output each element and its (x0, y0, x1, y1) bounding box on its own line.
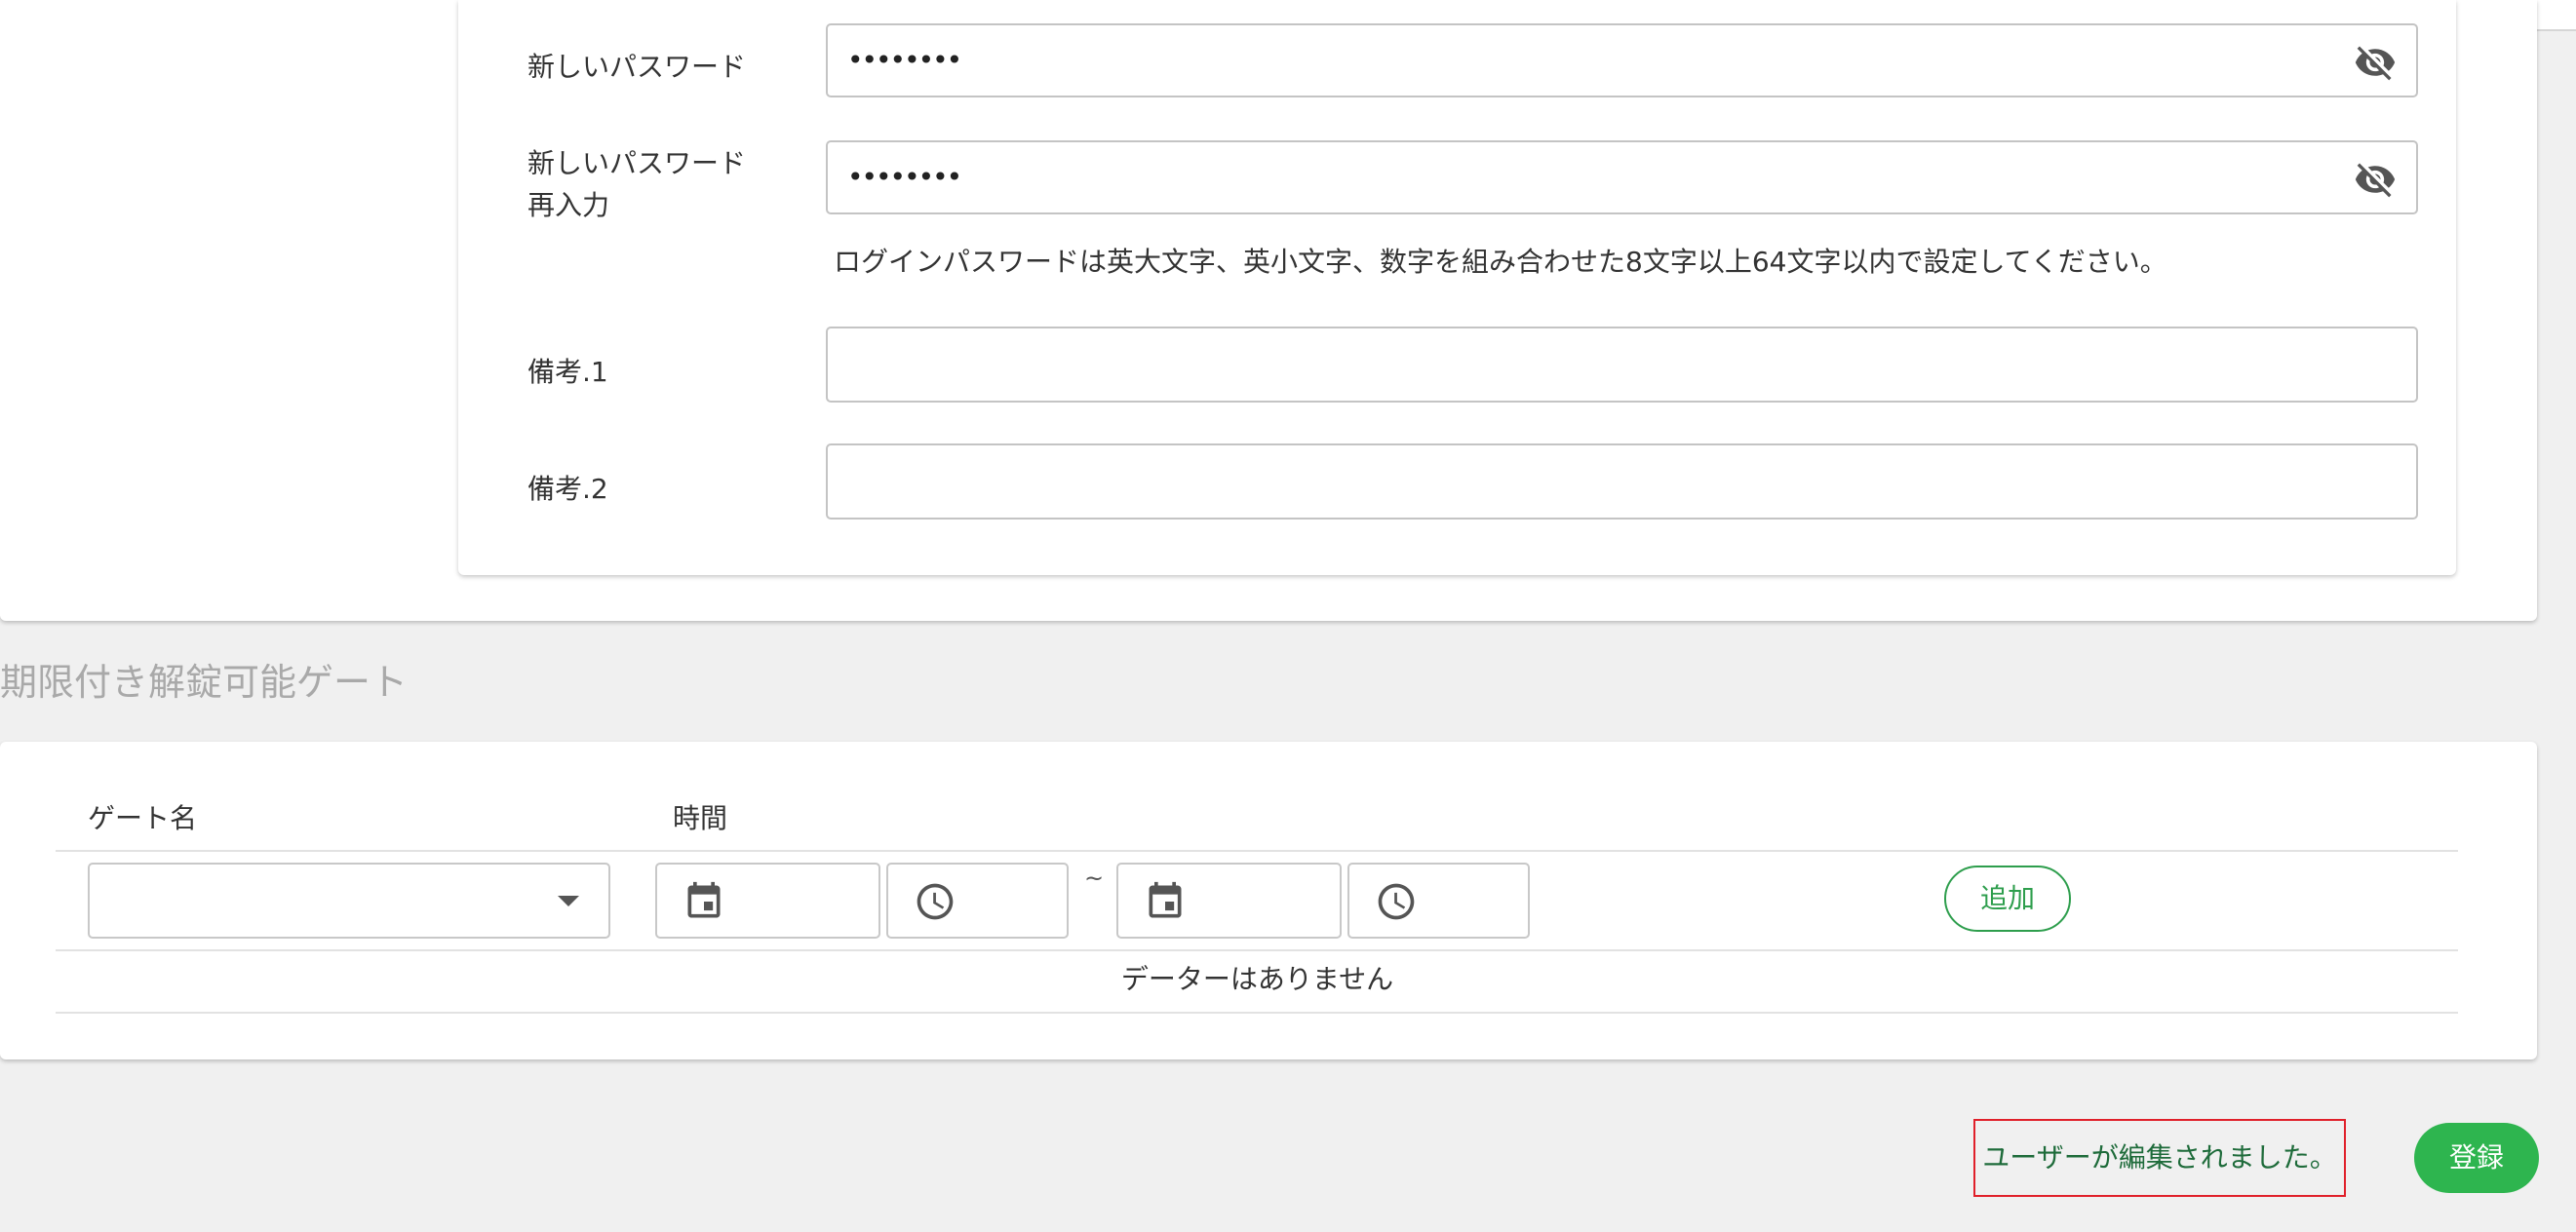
table-row-divider (56, 949, 2458, 951)
start-date-input[interactable] (655, 863, 880, 939)
range-separator: ~ (1084, 865, 1105, 892)
remark1-field[interactable] (826, 327, 2418, 403)
new-password-confirm-value: •••••••• (847, 161, 962, 193)
new-password-confirm-field[interactable]: •••••••• (826, 140, 2418, 214)
eye-off-icon[interactable] (2354, 158, 2397, 201)
clock-icon (917, 883, 954, 920)
table-header-divider (56, 850, 2458, 852)
end-date-input[interactable] (1116, 863, 1342, 939)
submit-button[interactable]: 登録 (2414, 1123, 2539, 1193)
new-password-confirm-label: 新しいパスワード (527, 147, 747, 179)
add-gate-button[interactable]: 追加 (1944, 866, 2071, 932)
remark2-field[interactable] (826, 443, 2418, 520)
new-password-value: •••••••• (847, 44, 962, 76)
new-password-field[interactable]: •••••••• (826, 23, 2418, 97)
start-time-input[interactable] (886, 863, 1069, 939)
chevron-down-icon (558, 896, 579, 906)
timed-gates-card: ゲート名 時間 ~ 追加 データーはありません (0, 742, 2537, 1059)
remark2-label: 備考.2 (527, 473, 608, 505)
clock-icon (1378, 883, 1415, 920)
empty-table-message: データーはありません (1120, 963, 1394, 995)
success-toast: ユーザーが編集されました。 (1973, 1119, 2346, 1197)
end-time-input[interactable] (1347, 863, 1530, 939)
column-header-gate-name: ゲート名 (88, 802, 198, 834)
new-password-confirm-label-line2: 再入力 (527, 189, 610, 221)
gate-select[interactable] (88, 863, 610, 939)
remark1-label: 備考.1 (527, 356, 608, 388)
table-bottom-divider (56, 1012, 2458, 1014)
calendar-icon (687, 881, 721, 918)
eye-off-icon[interactable] (2354, 41, 2397, 84)
column-header-time: 時間 (673, 802, 728, 834)
calendar-icon (1149, 881, 1182, 918)
password-hint: ログインパスワードは英大文字、英小文字、数字を組み合わせた8文字以上64文字以内… (834, 246, 2167, 278)
new-password-label: 新しいパスワード (527, 51, 747, 83)
timed-gates-section-title: 期限付き解錠可能ゲート (0, 661, 409, 704)
